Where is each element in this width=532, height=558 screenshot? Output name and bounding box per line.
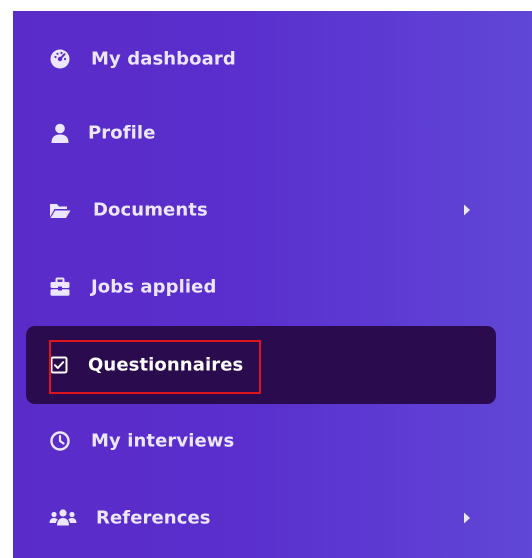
sidebar-item-jobs-applied[interactable]: Jobs applied (13, 267, 532, 307)
sidebar-item-label: Profile (88, 122, 156, 144)
dashboard-icon (49, 48, 71, 70)
highlight-box (49, 340, 261, 394)
briefcase-icon (49, 276, 71, 298)
caret-right-icon (463, 512, 471, 524)
user-icon (49, 122, 71, 144)
clock-icon (49, 430, 71, 452)
folder-open-icon (49, 199, 71, 221)
screenshot-frame: My dashboard Profile Documents Jobs appl… (0, 0, 532, 558)
sidebar-nav: My dashboard Profile Documents Jobs appl… (13, 11, 532, 558)
sidebar-item-label: My dashboard (91, 48, 236, 70)
sidebar-item-documents[interactable]: Documents (13, 190, 532, 230)
sidebar-item-label: Jobs applied (91, 276, 217, 298)
sidebar-item-label: My interviews (91, 430, 235, 452)
caret-right-icon (463, 204, 471, 216)
sidebar-item-profile[interactable]: Profile (13, 113, 532, 153)
sidebar-item-references[interactable]: References (13, 498, 532, 538)
sidebar-item-my-interviews[interactable]: My interviews (13, 421, 532, 461)
sidebar-item-my-dashboard[interactable]: My dashboard (13, 39, 532, 79)
users-icon (49, 507, 77, 529)
highlight-container (26, 326, 496, 404)
sidebar-item-label: References (96, 507, 211, 529)
sidebar-item-label: Documents (93, 199, 208, 221)
